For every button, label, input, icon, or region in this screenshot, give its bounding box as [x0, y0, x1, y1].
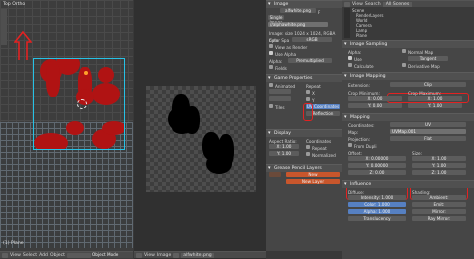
grease-pencil-source[interactable]	[269, 172, 281, 177]
viewport-footer-label: (1) Plane	[3, 241, 24, 246]
image-editor-header: View Image alfwhite.png	[134, 251, 266, 258]
image-menu[interactable]: Image	[157, 253, 171, 258]
alpha-influence-field[interactable]: Alpha: 1.000	[348, 209, 406, 214]
ambient-field[interactable]: Ambient:	[412, 195, 466, 200]
derivative-map-label: Derivative Map	[408, 64, 440, 69]
uv-map-field[interactable]: UVMap.001	[390, 129, 466, 134]
crop-max-y-field[interactable]: Y: 1.00	[408, 103, 462, 108]
image-mapping-header[interactable]: Image Mapping	[342, 72, 474, 80]
outliner-view-menu[interactable]: View	[352, 2, 363, 7]
outliner: View Search All Scenes Scene RenderLayer…	[342, 0, 474, 40]
object-origin	[84, 71, 88, 75]
size-x-field[interactable]: X: 1.00	[412, 156, 466, 161]
offset-y-field[interactable]: Y: 0.00000	[348, 163, 406, 168]
mapping-header[interactable]: Mapping	[342, 113, 474, 121]
view-menu[interactable]: View	[10, 253, 21, 258]
intensity-field[interactable]: Intensity: 1.000	[348, 195, 406, 200]
mode-selector[interactable]	[66, 252, 91, 258]
image-sampling-header[interactable]: Image Sampling	[342, 40, 474, 48]
normalized-label: Normalized	[312, 153, 336, 158]
aspect-x-field[interactable]: X: 1.00	[269, 144, 299, 149]
normal-map-checkbox[interactable]	[402, 49, 406, 53]
uv-image-editor[interactable]: View Image alfwhite.png	[134, 0, 266, 259]
aspect-y-field[interactable]: Y: 1.00	[269, 151, 299, 156]
image-section-header[interactable]: Image	[266, 0, 342, 8]
projection-dropdown[interactable]: Flat	[390, 136, 466, 141]
object-menu[interactable]: Object	[50, 253, 65, 258]
start-field[interactable]	[269, 89, 291, 94]
image-properties-panel: Image alfwhite.pngF Single Image //alpha…	[266, 0, 342, 251]
size-z-field[interactable]: Z: 1.00	[412, 170, 466, 175]
outliner-header: View Search All Scenes	[342, 0, 474, 7]
grease-pencil-header[interactable]: Grease Pencil Layers	[266, 164, 342, 172]
repeat-display-checkbox[interactable]	[306, 145, 310, 149]
view-as-render-checkbox[interactable]	[269, 44, 273, 48]
calculate-label: Calculate	[354, 64, 374, 69]
size-y-field[interactable]: Y: 1.00	[412, 163, 466, 168]
extension-dropdown[interactable]: Clip	[390, 82, 466, 87]
offset-z-field[interactable]: Z: 0.00	[348, 170, 406, 175]
outliner-icon-strip	[344, 8, 350, 38]
viewport-title: Top Ortho	[3, 2, 26, 7]
color-influence-field[interactable]: Color: 1.000	[348, 202, 406, 207]
calculate-checkbox[interactable]	[348, 63, 352, 67]
outliner-editor-icon[interactable]	[344, 1, 350, 7]
influence-header[interactable]: Influence	[342, 180, 474, 188]
outliner-tree: Scene RenderLayers World Camera Lamp Pla…	[352, 8, 383, 38]
image-canvas[interactable]	[146, 86, 256, 192]
single-image-dropdown[interactable]: Single Image	[268, 15, 284, 25]
image-filepath-field[interactable]: //alphawhite.png	[268, 22, 328, 27]
mode-label: Object Mode	[92, 252, 119, 257]
texture-properties: Image Sampling Alpha:Normal Map UseTange…	[342, 40, 474, 259]
image-view-menu[interactable]: View	[144, 253, 155, 258]
tex-use-alpha-checkbox[interactable]	[348, 56, 352, 60]
image-browse-icon[interactable]	[173, 252, 180, 258]
fields-checkbox[interactable]	[269, 65, 273, 69]
emit-field[interactable]: Emit:	[412, 202, 466, 207]
game-properties-header[interactable]: Game Properties	[266, 74, 342, 82]
crop-min-x-field[interactable]: X: 0.00	[348, 96, 402, 101]
crop-max-x-field[interactable]: X: 1.00	[408, 96, 462, 101]
tool-shelf-tab[interactable]	[1, 9, 7, 45]
select-menu[interactable]: Select	[23, 253, 37, 258]
outliner-search-menu[interactable]: Search	[365, 2, 381, 7]
3d-cursor-icon[interactable]	[77, 99, 87, 109]
tangent-dropdown[interactable]: Tangent	[408, 56, 448, 61]
editor-type-icon[interactable]	[136, 252, 142, 258]
normalized-checkbox[interactable]	[306, 152, 310, 156]
translucency-field[interactable]: Translucency	[348, 216, 406, 221]
display-section-header[interactable]: Display	[266, 129, 342, 137]
up-arrow-icon	[14, 30, 32, 60]
animated-checkbox[interactable]	[269, 83, 273, 87]
ray-mirror-field[interactable]: Ray Mirror:	[412, 216, 466, 221]
3d-viewport[interactable]: Top Ortho (1) Plane View Select Add Obje…	[0, 0, 133, 259]
image-name-field[interactable]: alfwhite.png	[181, 252, 214, 258]
use-alpha-checkbox[interactable]	[269, 51, 273, 55]
alpha-mode-dropdown[interactable]: Premultiplied	[288, 58, 332, 63]
outliner-display-mode[interactable]: All Scenes	[382, 1, 413, 7]
color-space-dropdown[interactable]: sRGB	[292, 37, 332, 42]
coordinates-dropdown[interactable]: UV	[390, 122, 466, 127]
outliner-item[interactable]: Plane	[352, 33, 383, 38]
grease-pencil-new-button[interactable]: New	[286, 172, 340, 177]
derivative-map-checkbox[interactable]	[402, 63, 406, 67]
mirror-field[interactable]: Mirror:	[412, 209, 466, 214]
new-layer-button[interactable]: New Layer	[286, 179, 340, 184]
repeat-y-checkbox[interactable]	[306, 97, 310, 101]
image-datablock-field[interactable]: alfwhite.png	[280, 8, 316, 13]
offset-x-field[interactable]: X: 0.00000	[348, 156, 406, 161]
add-menu[interactable]: Add	[39, 253, 48, 258]
tiles-checkbox[interactable]	[269, 104, 273, 108]
fields-label: Fields	[275, 66, 287, 71]
extension-label: Extension:	[348, 83, 370, 88]
crop-min-y-field[interactable]: Y: 0.00	[348, 103, 402, 108]
editor-type-icon[interactable]	[2, 252, 8, 258]
from-dupli-checkbox[interactable]	[348, 143, 352, 147]
end-field[interactable]	[269, 96, 291, 101]
repeat-x-checkbox[interactable]	[306, 90, 310, 94]
repeat-highlight-box	[303, 103, 313, 121]
